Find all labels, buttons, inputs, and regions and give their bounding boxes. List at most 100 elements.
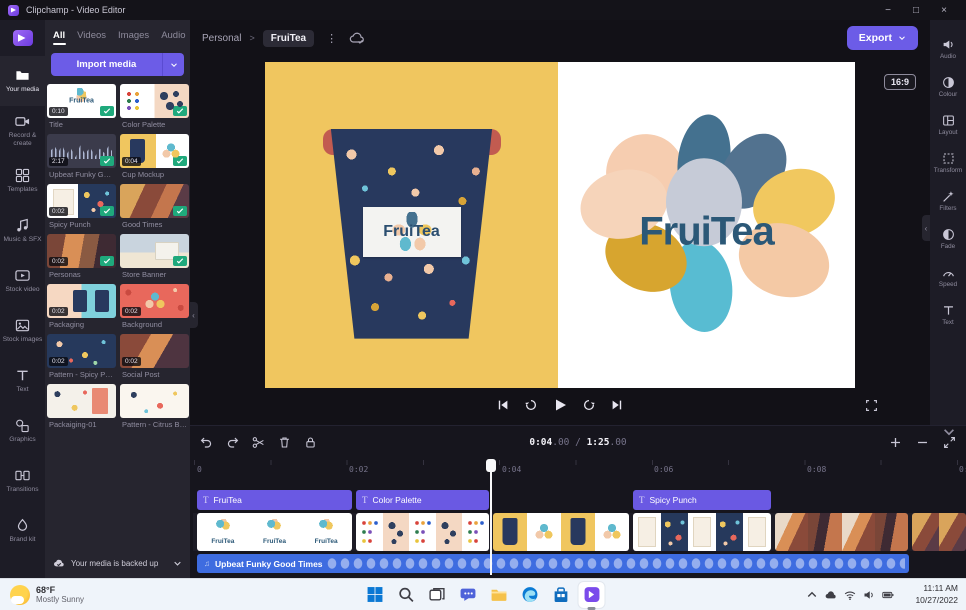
media-thumbnail-waveform[interactable]: 2:17 <box>47 134 116 168</box>
tool-audio[interactable]: Audio <box>930 30 966 68</box>
sidebar-item-templates[interactable]: Templates <box>0 156 45 206</box>
close-button[interactable]: × <box>930 5 958 16</box>
playhead[interactable] <box>490 460 492 575</box>
chevron-down-icon[interactable] <box>173 559 182 568</box>
maximize-button[interactable]: □ <box>902 5 930 16</box>
zoom-out-icon[interactable] <box>916 436 929 449</box>
media-item[interactable]: Pattern - Citrus Blast <box>120 384 189 431</box>
tool-colour[interactable]: Colour <box>930 68 966 106</box>
media-item[interactable]: FruiTea0:10Title <box>47 84 116 131</box>
media-tab-audio[interactable]: Audio <box>161 30 185 45</box>
wifi-icon[interactable] <box>844 589 856 601</box>
sidebar-item-stock-images[interactable]: Stock images <box>0 306 45 356</box>
taskbar-edge-icon[interactable] <box>517 582 543 608</box>
zoom-fit-icon[interactable] <box>943 436 956 449</box>
export-button[interactable]: Export <box>847 26 918 50</box>
text-clip-fruitea[interactable]: TFruiTea <box>197 490 352 510</box>
media-thumbnail-pattern-light[interactable] <box>120 384 189 418</box>
taskbar-clock[interactable]: 11:11 AM 10/27/2022 <box>915 583 958 606</box>
media-item[interactable]: Color Palette <box>120 84 189 131</box>
preview-canvas[interactable]: FruiTea FruiTea <box>265 62 855 388</box>
media-thumbnail-palette[interactable] <box>120 84 189 118</box>
media-thumbnail-people-warm[interactable] <box>120 184 189 218</box>
skip-start-icon[interactable] <box>496 398 510 412</box>
media-tab-images[interactable]: Images <box>118 30 149 45</box>
audio-clip[interactable]: ♫Upbeat Funky Good Times <box>197 554 909 573</box>
sidebar-item-graphics[interactable]: Graphics <box>0 406 45 456</box>
media-item[interactable]: Store Banner <box>120 234 189 281</box>
media-item[interactable]: 2:17Upbeat Funky Good Tim... <box>47 134 116 181</box>
media-thumbnail-packaging[interactable]: 0:02 <box>47 284 116 318</box>
tool-speed[interactable]: Speed <box>930 258 966 296</box>
media-backup-status[interactable]: Your media is backed up <box>45 552 190 574</box>
text-clip-spicy-punch[interactable]: TSpicy Punch <box>633 490 771 510</box>
video-clip-palette[interactable] <box>356 513 489 551</box>
taskbar-file-explorer-icon[interactable] <box>486 582 512 608</box>
tool-fade[interactable]: Fade <box>930 220 966 258</box>
media-thumbnail-cup[interactable]: 0:04 <box>120 134 189 168</box>
sidebar-item-stock-video[interactable]: Stock video <box>0 256 45 306</box>
media-thumbnail-packaging01[interactable] <box>47 384 116 418</box>
taskbar-chat-icon[interactable] <box>455 582 481 608</box>
project-menu-kebab-icon[interactable]: ⋮ <box>322 32 341 45</box>
breadcrumb-personal[interactable]: Personal <box>202 33 241 44</box>
media-thumbnail-title[interactable]: FruiTea0:10 <box>47 84 116 118</box>
cloud-sync-icon[interactable] <box>349 31 365 45</box>
battery-icon[interactable] <box>882 589 894 601</box>
text-clip-color-palette[interactable]: TColor Palette <box>356 490 489 510</box>
media-item[interactable]: 0:02Spicy Punch <box>47 184 116 231</box>
media-tab-videos[interactable]: Videos <box>77 30 106 45</box>
tool-text[interactable]: Text <box>930 296 966 334</box>
sidebar-item-brand-kit[interactable]: Brand kit <box>0 506 45 556</box>
taskbar-search-icon[interactable] <box>393 582 419 608</box>
taskbar-task-view-icon[interactable] <box>424 582 450 608</box>
media-item[interactable]: 0:02Personas <box>47 234 116 281</box>
video-clip-logo[interactable]: FruiTeaFruiTeaFruiTea <box>197 513 352 551</box>
sidebar-item-your-media[interactable]: Your media <box>0 56 45 106</box>
zoom-in-icon[interactable] <box>889 436 902 449</box>
sidebar-item-text[interactable]: Text <box>0 356 45 406</box>
video-clip-cupclip[interactable] <box>493 513 629 551</box>
video-clip-socialclip[interactable] <box>912 513 966 551</box>
import-media-button[interactable]: Import media <box>51 53 162 76</box>
media-panel-collapse-handle[interactable]: ‹ <box>189 302 198 328</box>
sidebar-item-record-create[interactable]: Record & create <box>0 106 45 156</box>
breadcrumb-project-name[interactable]: FruiTea <box>263 30 314 47</box>
media-item[interactable]: 0:02Packaging <box>47 284 116 331</box>
taskbar-clipchamp-icon[interactable] <box>579 582 605 608</box>
sidebar-item-transitions[interactable]: Transitions <box>0 456 45 506</box>
media-item[interactable]: 0:02Background <box>120 284 189 331</box>
volume-icon[interactable] <box>863 589 875 601</box>
tool-layout[interactable]: Layout <box>930 106 966 144</box>
weather-widget[interactable]: 68°F Mostly Sunny <box>0 585 84 605</box>
media-thumbnail-spicy[interactable]: 0:02 <box>47 184 116 218</box>
rewind-icon[interactable] <box>524 398 538 412</box>
media-item[interactable]: 0:04Cup Mockup <box>120 134 189 181</box>
import-media-caret-button[interactable] <box>162 53 184 76</box>
fullscreen-icon[interactable] <box>865 399 878 412</box>
onedrive-icon[interactable] <box>825 589 837 601</box>
tool-rail-collapse-handle[interactable]: ‹ <box>922 215 930 241</box>
media-item[interactable]: 0:02Social Post <box>120 334 189 381</box>
media-thumbnail-background[interactable]: 0:02 <box>120 284 189 318</box>
media-thumbnail-store[interactable] <box>120 234 189 268</box>
taskbar-store-icon[interactable] <box>548 582 574 608</box>
skip-end-icon[interactable] <box>610 398 624 412</box>
sidebar-item-music-sfx[interactable]: Music & SFX <box>0 206 45 256</box>
media-item[interactable]: Good Times <box>120 184 189 231</box>
video-clip-peopleclip[interactable] <box>775 513 908 551</box>
media-tab-all[interactable]: All <box>53 30 65 45</box>
media-item[interactable]: 0:02Pattern - Spicy Punch <box>47 334 116 381</box>
video-clip-spicyclip[interactable] <box>633 513 771 551</box>
minimize-button[interactable]: − <box>874 5 902 16</box>
tool-filters[interactable]: Filters <box>930 182 966 220</box>
timeline-ruler[interactable]: 00:020:040:060:080:1 <box>193 460 966 480</box>
play-button-icon[interactable] <box>552 397 568 413</box>
media-item[interactable]: Packaiging-01 <box>47 384 116 431</box>
media-thumbnail-people-group[interactable]: 0:02 <box>47 234 116 268</box>
chevron-up-icon[interactable] <box>806 589 818 601</box>
tool-transform[interactable]: Transform <box>930 144 966 182</box>
taskbar-windows-start-icon[interactable] <box>362 582 388 608</box>
media-thumbnail-pattern-navy[interactable]: 0:02 <box>47 334 116 368</box>
fast-forward-icon[interactable] <box>582 398 596 412</box>
